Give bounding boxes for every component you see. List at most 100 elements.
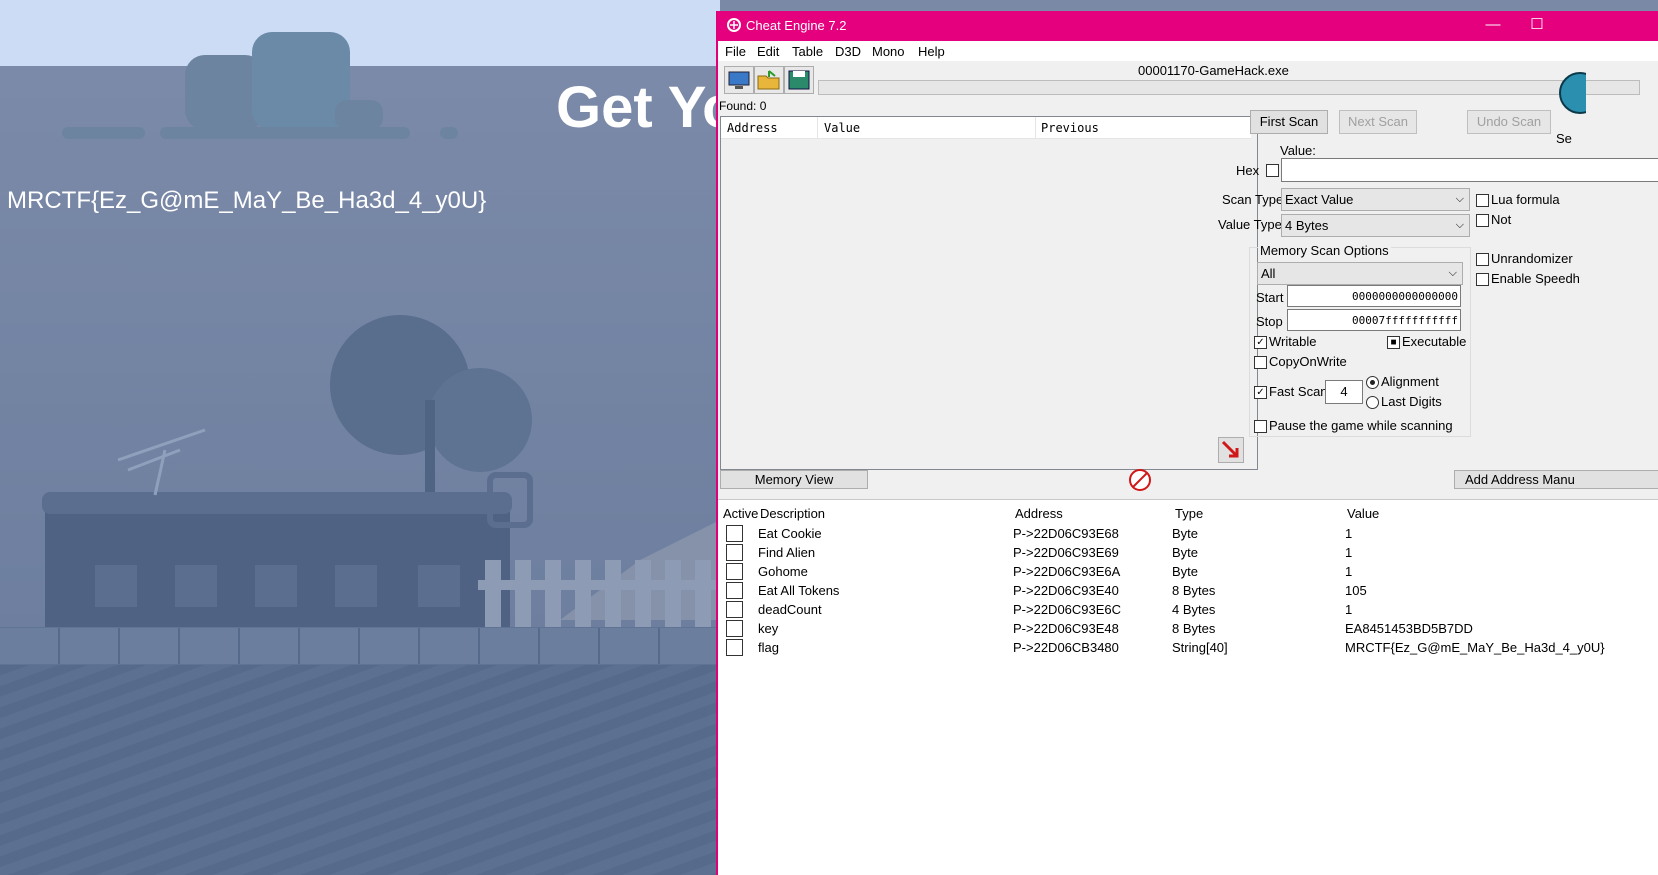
add-address-manually-button[interactable]: Add Address Manu [1454, 470, 1658, 489]
value-label: Value: [1280, 143, 1316, 158]
not-label: Not [1491, 212, 1512, 227]
house-window [95, 565, 137, 607]
unrandomizer-checkbox[interactable] [1476, 253, 1489, 266]
col-address[interactable]: Address [727, 121, 778, 135]
row-value: 1 [1345, 545, 1353, 560]
pause-game-checkbox[interactable] [1254, 420, 1267, 433]
fast-scan-input[interactable]: 4 [1325, 380, 1363, 404]
add-to-list-button[interactable] [1218, 437, 1244, 463]
fast-scan-checkbox[interactable]: ✓ [1254, 386, 1267, 399]
row-active-checkbox[interactable] [726, 620, 743, 637]
start-label: Start [1256, 290, 1284, 305]
not-checkbox[interactable] [1476, 214, 1489, 227]
process-name: 00001170-GameHack.exe [1138, 63, 1289, 78]
scan-type-select[interactable]: Exact Value ⌵ [1281, 188, 1470, 211]
undo-scan-button[interactable]: Undo Scan [1467, 110, 1551, 134]
address-table[interactable]: Active Description Address Type Value Ea… [718, 499, 1658, 875]
ground-tile [0, 628, 60, 664]
alignment-radio[interactable] [1366, 376, 1379, 389]
alignment-label: Alignment [1381, 374, 1439, 389]
cheat-engine-window: Cheat Engine 7.2 — ☐ File Edit Table D3D… [716, 11, 1658, 875]
next-scan-button[interactable]: Next Scan [1339, 110, 1417, 134]
ground-tile [480, 628, 540, 664]
menu-edit[interactable]: Edit [757, 44, 779, 59]
fence-post [545, 560, 561, 630]
row-description: deadCount [758, 602, 822, 617]
row-active-checkbox[interactable] [726, 582, 743, 599]
table-row[interactable]: Eat All Tokens P->22D06C93E40 8 Bytes 10… [718, 581, 1658, 600]
ground-tile [360, 628, 420, 664]
menu-file[interactable]: File [725, 44, 746, 59]
value-type-value: 4 Bytes [1285, 218, 1329, 233]
value-input[interactable] [1281, 158, 1658, 182]
cloud-line [160, 127, 410, 139]
cloud-line [440, 127, 458, 139]
game-window: Get Yo MRCTF{Ez_G@mE_MaY_Be_Ha3d_4_y0U} [0, 0, 720, 875]
table-row[interactable]: Find Alien P->22D06C93E69 Byte 1 [718, 543, 1658, 562]
copyonwrite-checkbox[interactable] [1254, 356, 1267, 369]
executable-label: Executable [1402, 334, 1467, 349]
col-value[interactable]: Value [824, 121, 860, 135]
row-active-checkbox[interactable] [726, 639, 743, 656]
lua-formula-checkbox[interactable] [1476, 194, 1489, 207]
table-row[interactable]: Gohome P->22D06C93E6A Byte 1 [718, 562, 1658, 581]
row-type: 8 Bytes [1172, 621, 1216, 636]
game-flag-text: MRCTF{Ez_G@mE_MaY_Be_Ha3d_4_y0U} [7, 187, 487, 214]
pause-game-label: Pause the game while scanning [1269, 418, 1453, 433]
table-row[interactable]: Eat Cookie P->22D06C93E68 Byte 1 [718, 524, 1658, 543]
menu-help[interactable]: Help [918, 44, 945, 59]
col-previous[interactable]: Previous [1041, 121, 1099, 135]
row-type: 4 Bytes [1172, 602, 1216, 617]
maximize-button[interactable]: ☐ [1522, 14, 1552, 36]
speedhack-checkbox[interactable] [1476, 273, 1489, 286]
col-description[interactable]: Description [760, 506, 825, 521]
last-digits-radio[interactable] [1366, 396, 1379, 409]
menu-d3d[interactable]: D3D [835, 44, 861, 59]
ground-tile [300, 628, 360, 664]
row-active-checkbox[interactable] [726, 544, 743, 561]
menu-table[interactable]: Table [792, 44, 823, 59]
settings-label[interactable]: Se [1556, 131, 1572, 146]
row-active-checkbox[interactable] [726, 525, 743, 542]
open-process-button[interactable] [724, 66, 754, 94]
scan-results-list[interactable]: Address Value Previous [720, 116, 1258, 470]
col-active[interactable]: Active [723, 506, 758, 521]
row-type: Byte [1172, 545, 1199, 560]
col-type[interactable]: Type [1175, 506, 1203, 521]
save-button[interactable] [784, 66, 814, 94]
ground-tile [120, 628, 180, 664]
start-address-input[interactable]: 0000000000000000 [1287, 285, 1461, 307]
memory-view-button[interactable]: Memory View [720, 470, 868, 489]
row-description: Find Alien [758, 545, 816, 560]
hex-checkbox[interactable] [1266, 164, 1279, 177]
row-active-checkbox[interactable] [726, 563, 743, 580]
col-table-value[interactable]: Value [1347, 506, 1379, 521]
value-type-select[interactable]: 4 Bytes ⌵ [1281, 214, 1470, 237]
memory-region-select[interactable]: All ⌵ [1257, 262, 1463, 285]
row-address: P->22D06C93E68 [1013, 526, 1119, 541]
first-scan-button[interactable]: First Scan [1250, 110, 1328, 134]
row-active-checkbox[interactable] [726, 601, 743, 618]
table-row[interactable]: deadCount P->22D06C93E6C 4 Bytes 1 [718, 600, 1658, 619]
col-table-address[interactable]: Address [1015, 506, 1063, 521]
menu-mono[interactable]: Mono [872, 44, 905, 59]
writable-checkbox[interactable]: ✓ [1254, 336, 1267, 349]
ground-tile [600, 628, 660, 664]
stop-address-input[interactable]: 00007fffffffffff [1287, 309, 1461, 331]
table-row[interactable]: key P->22D06C93E48 8 Bytes EA8451453BD5B… [718, 619, 1658, 638]
chevron-down-icon: ⌵ [1455, 193, 1464, 205]
minimize-button[interactable]: — [1478, 14, 1508, 36]
memory-scan-options-title: Memory Scan Options [1258, 243, 1391, 258]
house-window [255, 565, 297, 607]
folder-open-icon [757, 70, 780, 90]
table-row[interactable]: flag P->22D06CB3480 String[40] MRCTF{Ez_… [718, 638, 1658, 657]
row-type: String[40] [1172, 640, 1228, 655]
row-value: EA8451453BD5B7DD [1345, 621, 1473, 636]
executable-checkbox[interactable]: ■ [1387, 336, 1400, 349]
stop-icon[interactable] [1128, 468, 1152, 492]
house-window [175, 565, 217, 607]
row-address: P->22D06CB3480 [1013, 640, 1119, 655]
ground-tile [60, 628, 120, 664]
open-file-button[interactable] [754, 66, 784, 94]
settings-logo-icon[interactable] [1556, 69, 1586, 129]
